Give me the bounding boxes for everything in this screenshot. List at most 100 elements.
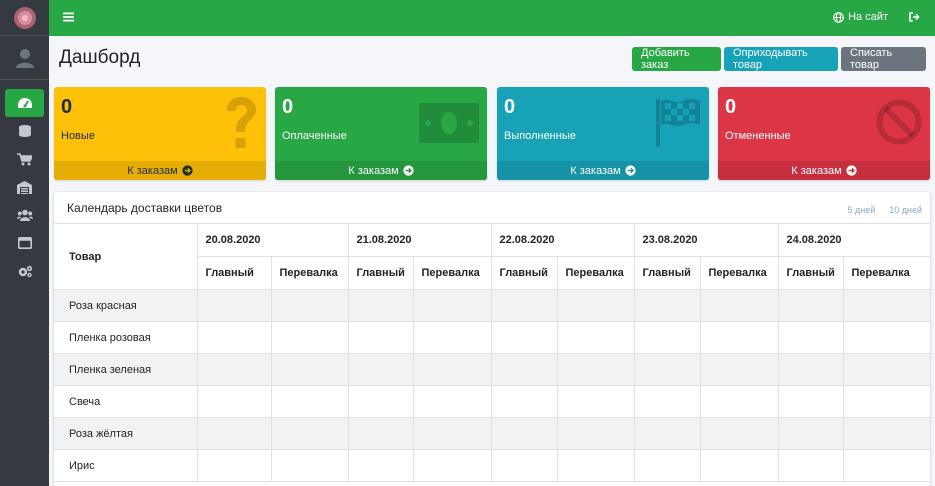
cart-icon	[17, 152, 32, 165]
product-name: Ирис	[54, 449, 198, 482]
arrow-circle-right-icon	[625, 165, 636, 176]
table-cell	[412, 321, 492, 354]
table-cell	[196, 385, 272, 418]
sidebar-item-users[interactable]	[5, 201, 44, 229]
table-cell	[777, 321, 844, 354]
table-cell	[347, 289, 414, 322]
table-cell	[633, 289, 701, 322]
table-cell	[270, 353, 349, 386]
table-row: Свеча	[54, 385, 930, 418]
sidebar-item-pages[interactable]	[5, 229, 44, 257]
stat-box-paid: 0 Оплаченные К заказам	[275, 87, 487, 180]
table-cell	[196, 417, 272, 450]
site-link-label: На сайт	[848, 11, 888, 23]
arrow-circle-right-icon	[846, 165, 857, 176]
table-cell	[490, 353, 558, 386]
stat-box-completed: 0 Выполненные К заказам	[497, 87, 709, 180]
table-cell	[777, 353, 844, 386]
stat-footer-label: К заказам	[348, 164, 399, 177]
sidebar	[0, 0, 49, 486]
table-row: Пленка зеленая	[54, 353, 930, 386]
table-row: Ирис	[54, 449, 930, 482]
logout-icon[interactable]	[909, 12, 920, 22]
range-5-days-link[interactable]: 5 дней	[847, 205, 875, 215]
table-cell	[347, 353, 414, 386]
checkered-flag-icon	[656, 99, 700, 147]
menu-icon[interactable]	[63, 12, 74, 22]
product-name: Свеча	[54, 385, 198, 418]
warehouse-icon	[17, 180, 32, 194]
table-cell	[699, 385, 779, 418]
table-cell	[270, 289, 349, 322]
stat-footer-link[interactable]: К заказам	[54, 161, 266, 180]
table-cell	[556, 321, 635, 354]
user-panel[interactable]	[0, 36, 49, 80]
table-cell	[699, 353, 779, 386]
product-name: Пленка розовая	[54, 321, 198, 354]
sidebar-item-finance[interactable]	[5, 117, 44, 145]
card-title: Календарь доставки цветов	[67, 201, 223, 215]
transfer-header: Перевалка	[412, 256, 492, 290]
users-icon	[16, 209, 33, 221]
add-order-button[interactable]: Добавить заказ	[632, 47, 721, 71]
stat-label: Оплаченные	[282, 130, 347, 142]
main-content: Дашборд Добавить заказ Оприходывать това…	[49, 36, 935, 486]
table-row: Пленка розовая	[54, 321, 930, 354]
question-icon	[227, 97, 256, 148]
main-warehouse-header: Главный	[633, 256, 701, 290]
stat-label: Отмененные	[725, 130, 791, 142]
table-cell	[412, 385, 492, 418]
stat-value: 0	[282, 96, 294, 118]
table-cell	[556, 289, 635, 322]
product-name: Пленка зеленая	[54, 353, 198, 386]
stat-footer-link[interactable]: К заказам	[275, 161, 487, 180]
table-cell	[842, 353, 930, 386]
money-icon	[419, 103, 479, 143]
page-title: Дашборд	[59, 47, 141, 68]
table-cell	[490, 385, 558, 418]
sidebar-item-warehouse[interactable]	[5, 173, 44, 201]
site-link[interactable]: На сайт	[833, 11, 888, 23]
table-cell	[842, 289, 930, 322]
window-icon	[17, 237, 32, 249]
range-selector: 5 дней 10 дней	[847, 205, 922, 215]
table-cell	[556, 353, 635, 386]
stat-footer-label: К заказам	[127, 164, 178, 177]
sidebar-item-orders[interactable]	[5, 145, 44, 173]
table-cell	[412, 417, 492, 450]
date-header: 24.08.2020	[777, 223, 930, 257]
table-cell	[699, 449, 779, 482]
table-cell	[633, 417, 701, 450]
top-navbar: На сайт	[49, 0, 935, 36]
stat-footer-link[interactable]: К заказам	[497, 161, 709, 180]
range-10-days-link[interactable]: 10 дней	[889, 205, 922, 215]
stat-box-body: 0 Выполненные	[497, 87, 709, 161]
stat-box-body: 0 Отмененные	[718, 87, 930, 161]
transfer-header: Перевалка	[556, 256, 635, 290]
sidebar-item-dashboard[interactable]	[5, 89, 44, 117]
table-cell	[490, 321, 558, 354]
table-cell	[633, 321, 701, 354]
table-cell	[347, 385, 414, 418]
main-warehouse-header: Главный	[347, 256, 414, 290]
product-name: Роза красная	[54, 289, 198, 322]
sidebar-item-settings[interactable]	[5, 257, 44, 285]
table-cell	[842, 385, 930, 418]
stat-footer-link[interactable]: К заказам	[718, 161, 930, 180]
receive-goods-button[interactable]: Оприходывать товар	[724, 47, 838, 71]
date-header: 21.08.2020	[347, 223, 492, 257]
ban-icon	[876, 99, 922, 145]
table-cell	[196, 321, 272, 354]
table-cell	[196, 289, 272, 322]
main-warehouse-header: Главный	[197, 256, 272, 290]
table-cell	[347, 321, 414, 354]
transfer-header: Перевалка	[842, 256, 930, 290]
write-off-button[interactable]: Списать товар	[841, 47, 926, 71]
delivery-calendar-table: Товар 20.08.2020 21.08.2020 22.08.2020 2…	[54, 223, 930, 482]
table-cell	[699, 289, 779, 322]
table-cell	[490, 417, 558, 450]
brand-logo[interactable]	[0, 0, 49, 36]
table-cell	[270, 321, 349, 354]
table-cell	[412, 289, 492, 322]
page-actions: Добавить заказ Оприходывать товар Списат…	[632, 47, 926, 71]
